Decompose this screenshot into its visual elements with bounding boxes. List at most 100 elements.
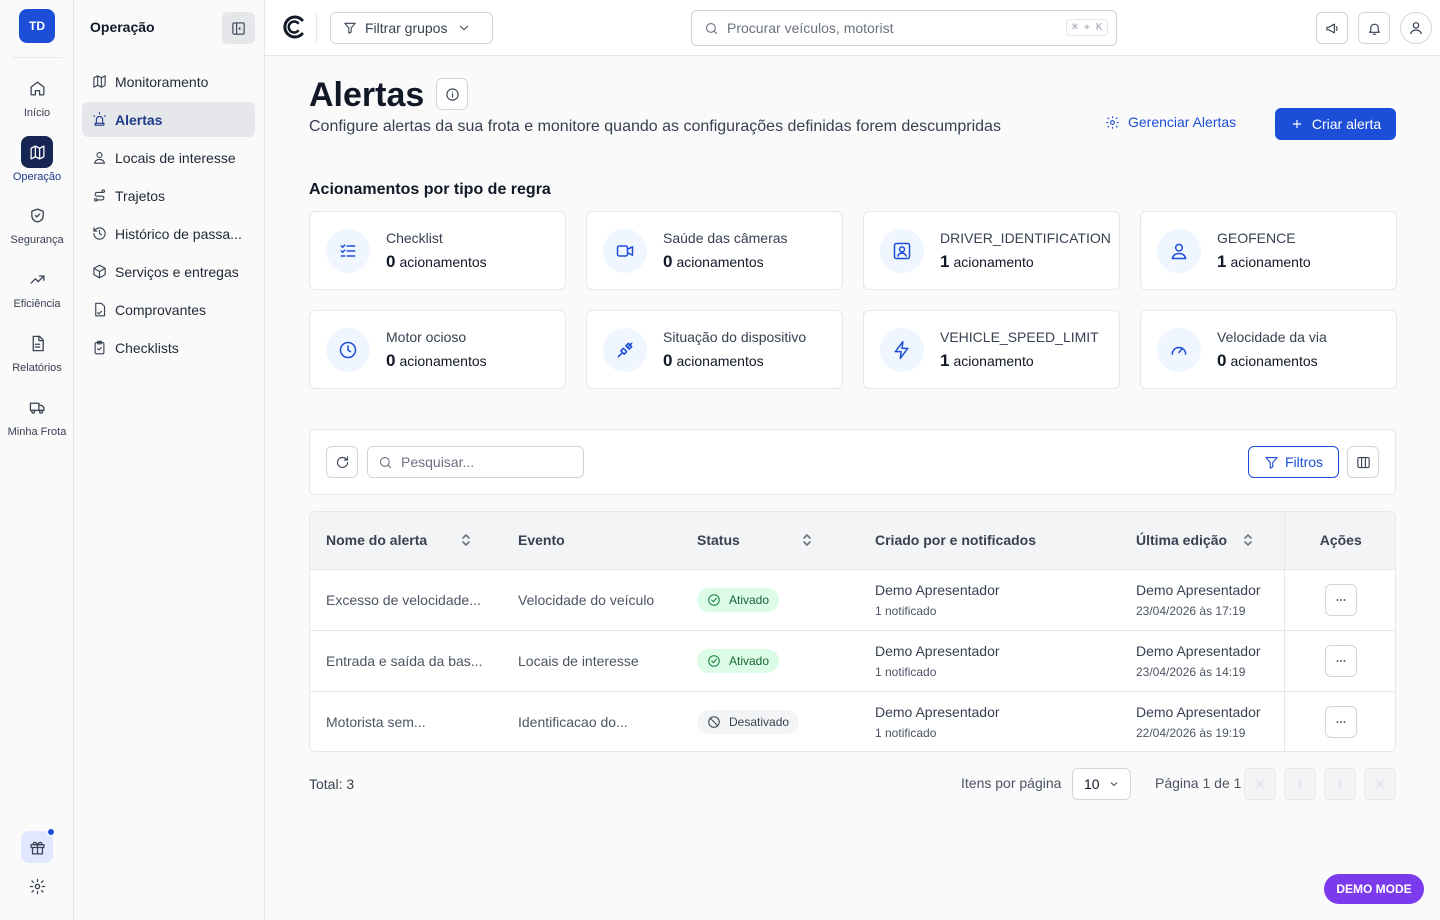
list-check-icon [340,243,356,257]
rule-card-driver-identification[interactable]: DRIVER_IDENTIFICATION 1 acionamento [863,211,1120,290]
rule-name: Situação do dispositivo [663,328,807,345]
rule-card-idle-engine[interactable]: Motor ocioso 0 acionamentos [309,310,566,389]
manage-alerts-button[interactable]: Gerenciar Alertas [1105,114,1236,130]
user-square-icon [893,242,911,259]
map-icon [29,144,45,160]
last-page-button[interactable] [1364,768,1396,800]
rule-name: Checklist [386,229,443,246]
table-search-input[interactable] [401,454,571,470]
page-subtitle: Configure alertas da sua frota e monitor… [309,118,1001,135]
sidebar-item-trajetos[interactable]: Trajetos [82,178,255,213]
prev-page-button[interactable] [1284,768,1316,800]
rail-item-seguranca[interactable]: Segurança [0,199,74,246]
chevron-left-icon [1298,780,1302,788]
status-label: Desativado [729,714,790,729]
user-menu-button[interactable] [1400,12,1432,44]
column-header-edited[interactable]: Última edição [1120,512,1284,570]
rule-card-geofence[interactable]: GEOFENCE 1 acionamento [1140,211,1397,290]
alert-event: Identificacao do... [502,690,681,751]
shortcut-hint: ⌘ + K [1065,19,1108,36]
rail-item-relatorios[interactable]: Relatórios [0,327,74,374]
sidebar-item-label: Histórico de passa... [115,225,242,242]
rail-label: Segurança [10,234,64,246]
map-icon [93,75,106,88]
rule-name: Velocidade da via [1217,328,1327,345]
column-header-creator: Criado por e notificados [859,512,1120,570]
siren-icon [93,112,106,126]
per-page-label: Itens por página [961,775,1062,791]
page-info-button[interactable] [436,78,468,110]
sort-icon[interactable] [460,533,472,547]
global-search[interactable]: ⌘ + K [691,10,1117,46]
rule-card-vehicle-speed-limit[interactable]: VEHICLE_SPEED_LIMIT 1 acionamento [863,310,1120,389]
rule-card-camera-health[interactable]: Saúde das câmeras 0 acionamentos [586,211,843,290]
table-row[interactable]: Excesso de velocidade... Velocidade do v… [310,569,1395,630]
rule-card-checklist[interactable]: Checklist 0 acionamentos [309,211,566,290]
truck-icon [29,402,45,414]
sidebar-item-label: Checklists [115,339,179,356]
rule-card-device-status[interactable]: Situação do dispositivo 0 acionamentos [586,310,843,389]
rule-unit: acionamento [1230,253,1311,270]
sidebar-item-alertas[interactable]: Alertas [82,102,255,137]
table-row[interactable]: Entrada e saída da bas... Locais de inte… [310,629,1395,691]
group-filter-dropdown[interactable]: Filtrar grupos [330,12,493,44]
rail-label: Início [23,107,51,119]
collapse-sidebar-button[interactable] [222,12,255,44]
search-icon [379,456,392,468]
column-header-label: Ações [1319,532,1362,549]
rule-card-road-speed[interactable]: Velocidade da via 0 acionamentos [1140,310,1397,389]
sidebar-item-comprovantes[interactable]: Comprovantes [82,292,255,327]
chevron-down-icon [1110,782,1117,787]
table-row[interactable]: Motorista sem... Identificacao do... Des… [310,690,1395,751]
gift-icon [29,841,45,855]
sidebar-item-historico[interactable]: Histórico de passa... [82,216,255,251]
panel-left-icon [232,21,245,35]
rail-item-eficiencia[interactable]: Eficiência [0,263,74,310]
sidebar-item-servicos[interactable]: Serviços e entregas [82,254,255,289]
sidebar-item-monitoramento[interactable]: Monitoramento [82,64,255,99]
create-alert-button[interactable]: Criar alerta [1275,108,1396,140]
filters-button[interactable]: Filtros [1248,446,1339,478]
announcements-button[interactable] [1316,12,1348,44]
gift-button[interactable] [21,828,55,863]
first-page-button[interactable] [1244,768,1276,800]
demo-mode-badge[interactable]: DEMO MODE [1324,874,1424,904]
sort-icon[interactable] [1242,533,1254,547]
notifications-button[interactable] [1358,12,1390,44]
row-actions-button[interactable] [1324,583,1357,616]
gear-icon [29,878,45,894]
table-search[interactable] [367,446,584,478]
edited-at: 22/04/2026 às 19:19 [1136,725,1246,740]
sidebar-item-label: Trajetos [115,187,166,204]
sort-icon[interactable] [801,533,813,547]
rail-item-inicio[interactable]: Início [0,72,74,119]
creator-name: Demo Apresentador [875,703,1000,720]
per-page-select[interactable]: 10 [1072,768,1131,800]
org-avatar[interactable]: TD [19,9,55,43]
rule-type-cards: Checklist 0 acionamentos Saúde das câmera… [309,211,1397,389]
columns-button[interactable] [1347,446,1379,478]
row-actions-button[interactable] [1324,644,1357,677]
receipt-icon [95,302,106,317]
rail-item-minha-frota[interactable]: Minha Frota [0,391,74,438]
rule-unit: acionamentos [676,253,764,270]
column-header-name[interactable]: Nome do alerta [310,512,502,570]
global-search-input[interactable] [727,20,1047,36]
rule-unit: acionamento [953,352,1034,369]
gauge-icon [1171,346,1187,355]
sidebar-item-locais[interactable]: Locais de interesse [82,140,255,175]
column-header-status[interactable]: Status [681,512,859,570]
settings-button[interactable] [21,870,53,902]
manage-alerts-label: Gerenciar Alertas [1128,114,1237,130]
chevron-right-icon [1338,780,1342,788]
per-page-value: 10 [1084,776,1100,792]
next-page-button[interactable] [1324,768,1356,800]
row-actions-button[interactable] [1324,705,1357,738]
gear-icon [1106,115,1119,129]
editor-name: Demo Apresentador [1136,642,1261,659]
refresh-button[interactable] [326,446,358,478]
rail-item-operacao[interactable]: Operação [0,136,74,183]
creator-name: Demo Apresentador [875,581,1000,598]
alert-event: Velocidade do veículo [518,591,655,608]
sidebar-item-checklists[interactable]: Checklists [82,330,255,365]
